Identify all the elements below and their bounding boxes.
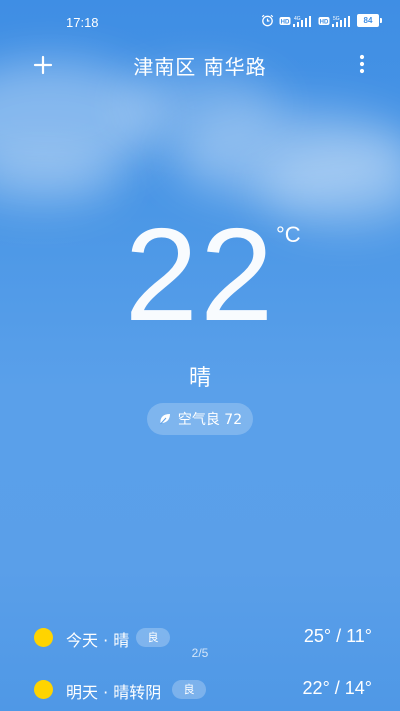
leaf-icon: [159, 414, 170, 425]
current-temperature: 22: [0, 205, 400, 345]
alarm-icon: [261, 14, 274, 27]
network-5g-label: 5G: [333, 16, 340, 22]
temperature-unit: °C: [276, 222, 301, 247]
top-bar: 津南区 南华路: [0, 44, 400, 84]
page-indicator: 2/5: [191, 646, 209, 660]
city-title[interactable]: 津南区 南华路: [0, 51, 400, 80]
sun-icon: [34, 628, 53, 647]
hd-signal-5g-icon: HD 5G: [318, 15, 350, 27]
air-quality-badge[interactable]: 空气良 72: [147, 403, 253, 435]
status-icons: HD 4G HD 5G 84: [261, 14, 382, 27]
status-time: 17:18: [66, 15, 99, 30]
network-4g-label: 4G: [294, 16, 301, 22]
battery-level: 84: [357, 14, 379, 27]
forecast-day: 明天 · 晴转阴: [66, 683, 162, 702]
sky-background: [0, 0, 400, 711]
svg-text:HD: HD: [281, 19, 290, 25]
air-quality-label: 空气良 72: [177, 412, 243, 428]
hd-signal-icon: HD 4G: [279, 15, 311, 27]
forecast-temps: 22° / 14°: [302, 678, 372, 698]
sun-icon: [34, 680, 53, 699]
more-options-button[interactable]: [354, 52, 370, 78]
aqi-badge: 良: [172, 680, 206, 699]
more-vertical-icon: [359, 54, 365, 74]
svg-text:HD: HD: [320, 19, 329, 25]
forecast-temps: 25° / 11°: [303, 626, 372, 646]
weather-condition: 晴: [188, 366, 211, 391]
status-bar: 17:18 HD 4G HD 5G 84: [0, 0, 400, 44]
battery-icon: 84: [357, 14, 382, 27]
forecast-row-tomorrow[interactable]: 明天 · 晴转阴 良 22° / 14°: [0, 669, 400, 705]
temperature-value: 22: [124, 201, 276, 348]
aqi-badge: 良: [136, 628, 170, 647]
